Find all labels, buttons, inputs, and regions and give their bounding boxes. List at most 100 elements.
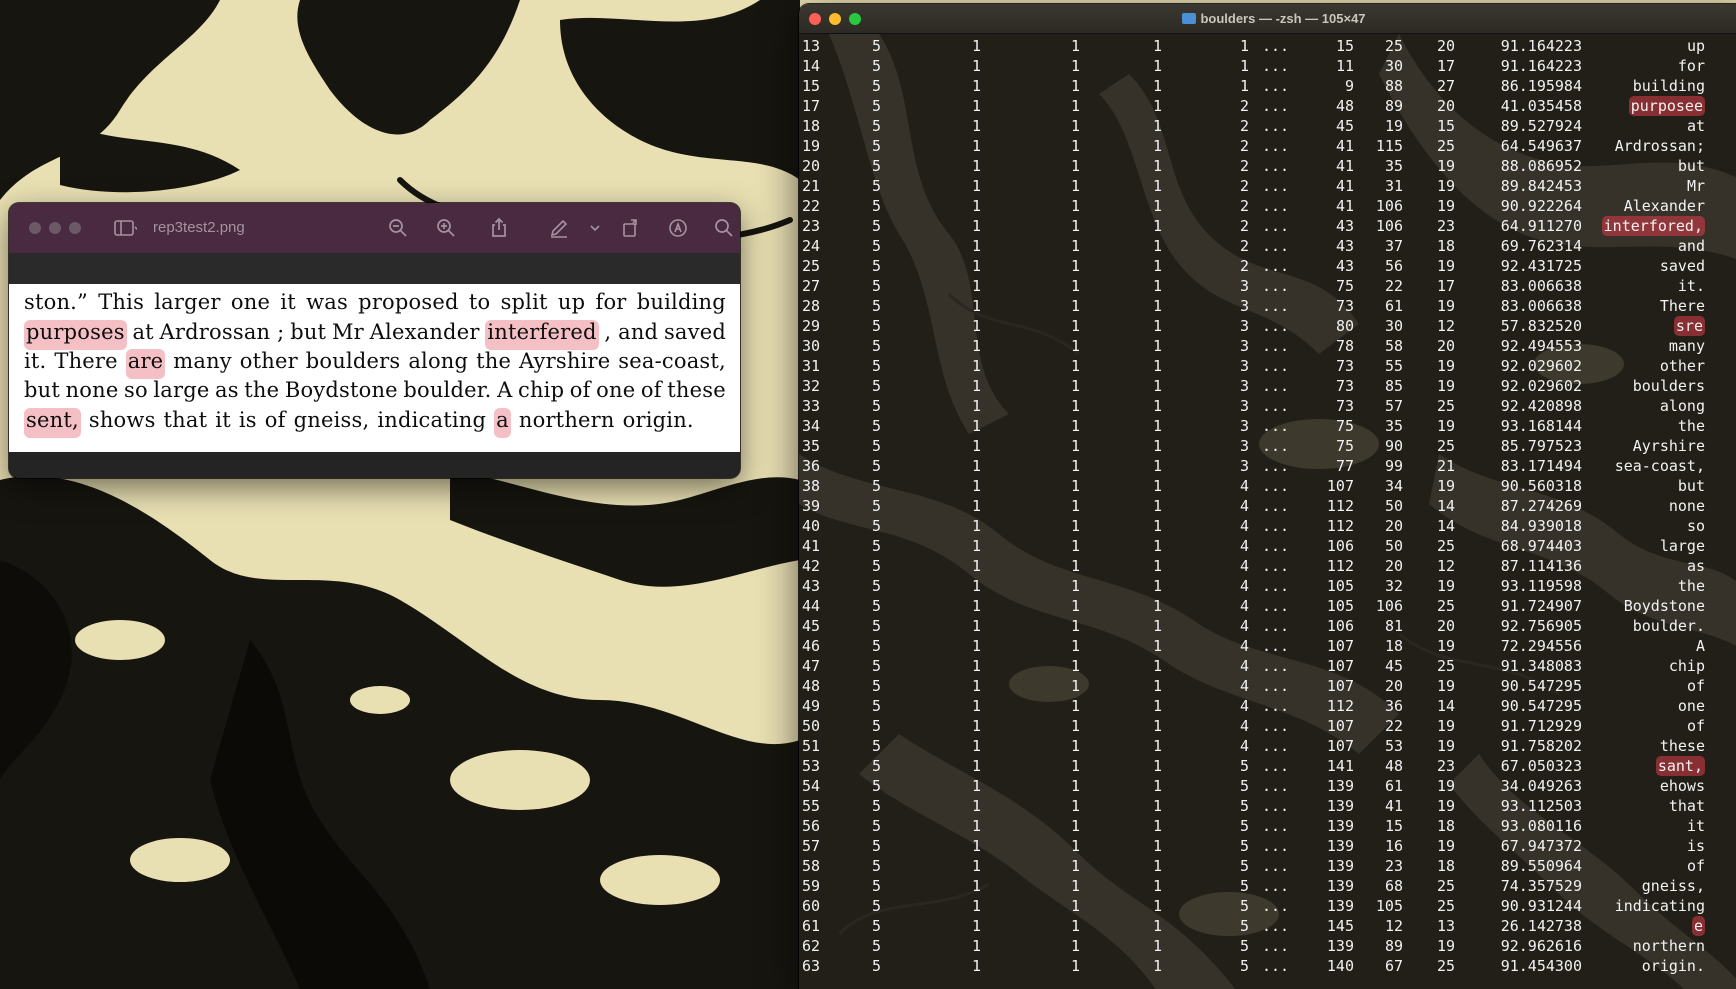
col-6: 75: [1335, 437, 1354, 455]
ellipsis: ...: [1262, 597, 1290, 615]
col-6: 139: [1326, 857, 1354, 875]
col-3: 1: [1070, 457, 1080, 475]
confidence-value: 68.974403: [1500, 537, 1582, 555]
col-5: 5: [1239, 877, 1249, 895]
search-icon[interactable]: [712, 216, 736, 240]
col-7: 58: [1384, 337, 1403, 355]
preview-window[interactable]: rep3test2.png ston.” This larger one it was pr…: [9, 203, 740, 478]
zoom-button[interactable]: [69, 222, 81, 234]
preview-titlebar[interactable]: rep3test2.png: [9, 203, 740, 253]
ellipsis: ...: [1262, 237, 1290, 255]
col-7: 105: [1375, 897, 1403, 915]
confidence-value: 87.114136: [1500, 557, 1582, 575]
col-3: 1: [1070, 877, 1080, 895]
col-1: 5: [871, 557, 881, 575]
col-3: 1: [1070, 257, 1080, 275]
ocr-word: as: [1686, 557, 1705, 575]
document-word: There: [54, 349, 118, 373]
rotate-icon[interactable]: [619, 216, 643, 240]
col-1: 5: [871, 497, 881, 515]
terminal-row: 36 5 1 1 1 3... 77 99 21 83.171494 sea-coast,: [799, 456, 1736, 476]
col-8: 12: [1436, 317, 1455, 335]
confidence-value: 86.195984: [1500, 77, 1582, 95]
terminal-titlebar[interactable]: boulders — -zsh — 105×47: [799, 4, 1736, 34]
terminal-row: 49 5 1 1 1 4... 112 36 14 90.547295 one: [799, 696, 1736, 716]
col-2: 1: [971, 157, 981, 175]
terminal-row: 27 5 1 1 1 3... 75 22 17 83.006638 it.: [799, 276, 1736, 296]
row-index: 33: [802, 397, 821, 415]
col-1: 5: [871, 597, 881, 615]
col-3: 1: [1070, 137, 1080, 155]
col-8: 19: [1436, 377, 1455, 395]
col-6: 75: [1335, 417, 1354, 435]
row-index: 42: [802, 557, 821, 575]
col-1: 5: [871, 857, 881, 875]
col-3: 1: [1070, 237, 1080, 255]
confidence-value: 91.348083: [1500, 657, 1582, 675]
ellipsis: ...: [1262, 397, 1290, 415]
document-word: This: [98, 290, 145, 314]
col-3: 1: [1070, 777, 1080, 795]
terminal-row: 14 5 1 1 1 1... 11 30 17 91.164223 for: [799, 56, 1736, 76]
col-1: 5: [871, 657, 881, 675]
col-8: 18: [1436, 817, 1455, 835]
share-icon[interactable]: [487, 216, 511, 240]
col-2: 1: [971, 717, 981, 735]
ellipsis: ...: [1262, 697, 1290, 715]
ocr-word: Alexander: [1623, 197, 1705, 215]
close-button[interactable]: [29, 222, 41, 234]
terminal-row: 38 5 1 1 1 4... 107 34 19 90.560318 but: [799, 476, 1736, 496]
chevron-down-icon[interactable]: [583, 216, 607, 240]
col-6: 112: [1326, 517, 1354, 535]
markup-pen-icon[interactable]: [547, 216, 571, 240]
confidence-value: 90.547295: [1500, 697, 1582, 715]
highlighted-word: sent,: [24, 408, 81, 438]
col-8: 25: [1436, 137, 1455, 155]
col-8: 20: [1436, 337, 1455, 355]
col-2: 1: [971, 517, 981, 535]
ocr-word-highlighted: purposee: [1628, 96, 1705, 116]
row-index: 32: [802, 377, 821, 395]
zoom-in-icon[interactable]: [434, 216, 458, 240]
col-6: 105: [1326, 597, 1354, 615]
col-3: 1: [1070, 197, 1080, 215]
col-2: 1: [971, 257, 981, 275]
col-7: 61: [1384, 777, 1403, 795]
col-1: 5: [871, 797, 881, 815]
col-3: 1: [1070, 217, 1080, 235]
col-5: 4: [1239, 737, 1249, 755]
terminal-output[interactable]: 13 5 1 1 1 1... 15 25 20 91.164223 up 14 5 1 1 1 1... 11 3…: [799, 34, 1736, 989]
col-6: 43: [1335, 217, 1354, 235]
confidence-value: 90.547295: [1500, 677, 1582, 695]
ellipsis: ...: [1262, 197, 1290, 215]
annotate-icon[interactable]: [666, 216, 690, 240]
terminal-row: 30 5 1 1 1 3... 78 58 20 92.494553 many: [799, 336, 1736, 356]
document-word: A: [497, 378, 513, 402]
col-8: 12: [1436, 557, 1455, 575]
col-1: 5: [871, 197, 881, 215]
col-5: 5: [1239, 757, 1249, 775]
col-8: 19: [1436, 737, 1455, 755]
col-7: 85: [1384, 377, 1403, 395]
col-6: 139: [1326, 937, 1354, 955]
terminal-window[interactable]: boulders — -zsh — 105×47 13 5 1 1 1 1 ..…: [799, 4, 1736, 989]
col-1: 5: [871, 37, 881, 55]
col-7: 22: [1384, 277, 1403, 295]
zoom-out-icon[interactable]: [386, 216, 410, 240]
preview-window-controls[interactable]: [29, 222, 81, 234]
col-6: 112: [1326, 697, 1354, 715]
terminal-row: 44 5 1 1 1 4... 105 106 25 91.724907 Boydstone: [799, 596, 1736, 616]
col-6: 107: [1326, 637, 1354, 655]
col-5: 2: [1239, 257, 1249, 275]
row-index: 23: [802, 217, 821, 235]
confidence-value: 83.006638: [1500, 277, 1582, 295]
col-3: 1: [1070, 897, 1080, 915]
ocr-word: A: [1695, 637, 1705, 655]
col-2: 1: [971, 477, 981, 495]
minimize-button[interactable]: [49, 222, 61, 234]
col-6: 105: [1326, 577, 1354, 595]
col-8: 20: [1436, 97, 1455, 115]
sidebar-toggle-icon[interactable]: [113, 216, 137, 240]
col-3: 1: [1070, 617, 1080, 635]
col-5: 5: [1239, 857, 1249, 875]
